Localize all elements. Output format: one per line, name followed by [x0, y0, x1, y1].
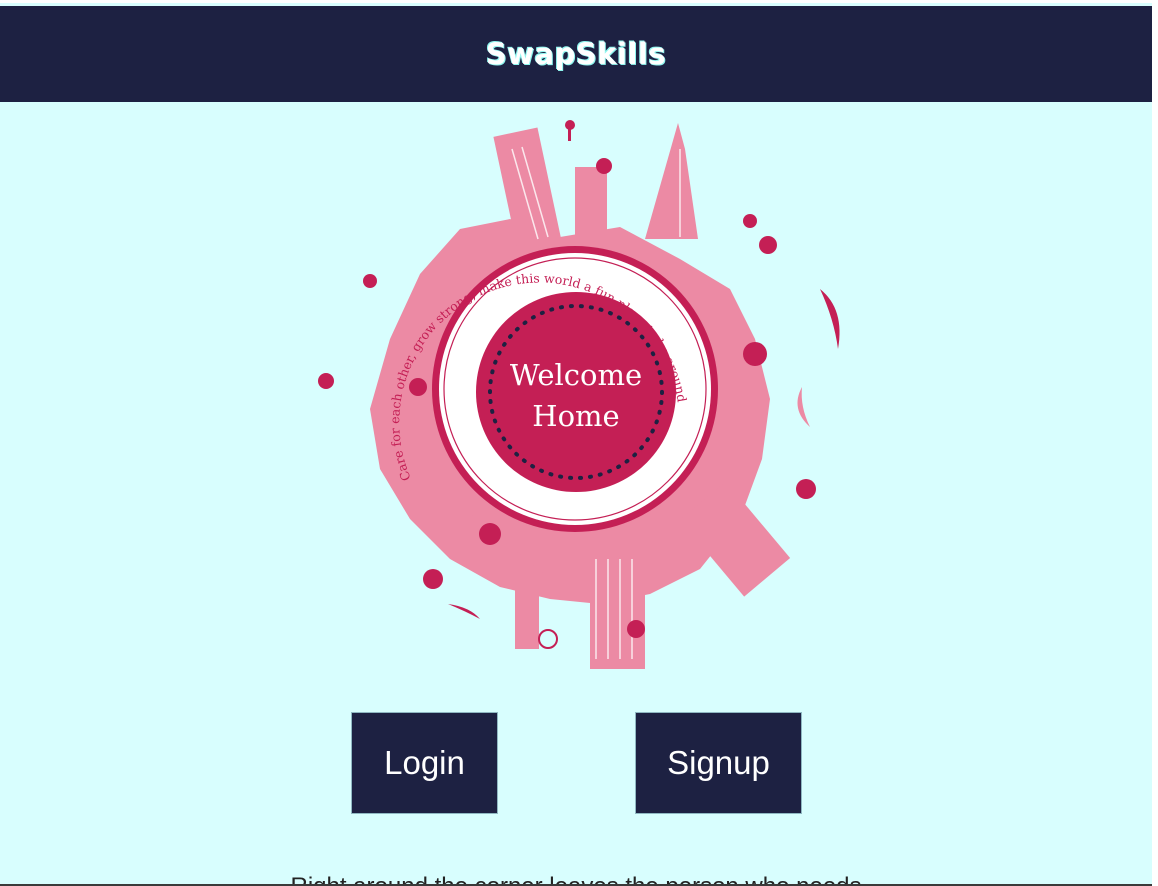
app-frame: SwapSkills Care for each other, grow str…	[0, 0, 1158, 886]
top-bar: SwapSkills	[0, 6, 1152, 102]
login-button[interactable]: Login	[351, 712, 498, 814]
signup-button[interactable]: Signup	[635, 712, 802, 814]
brand-logo[interactable]: SwapSkills	[486, 37, 666, 71]
welcome-illustration: Care for each other, grow strong, make t…	[300, 109, 860, 689]
welcome-line-1: Welcome	[510, 358, 642, 392]
welcome-line-2: Home	[532, 399, 619, 433]
